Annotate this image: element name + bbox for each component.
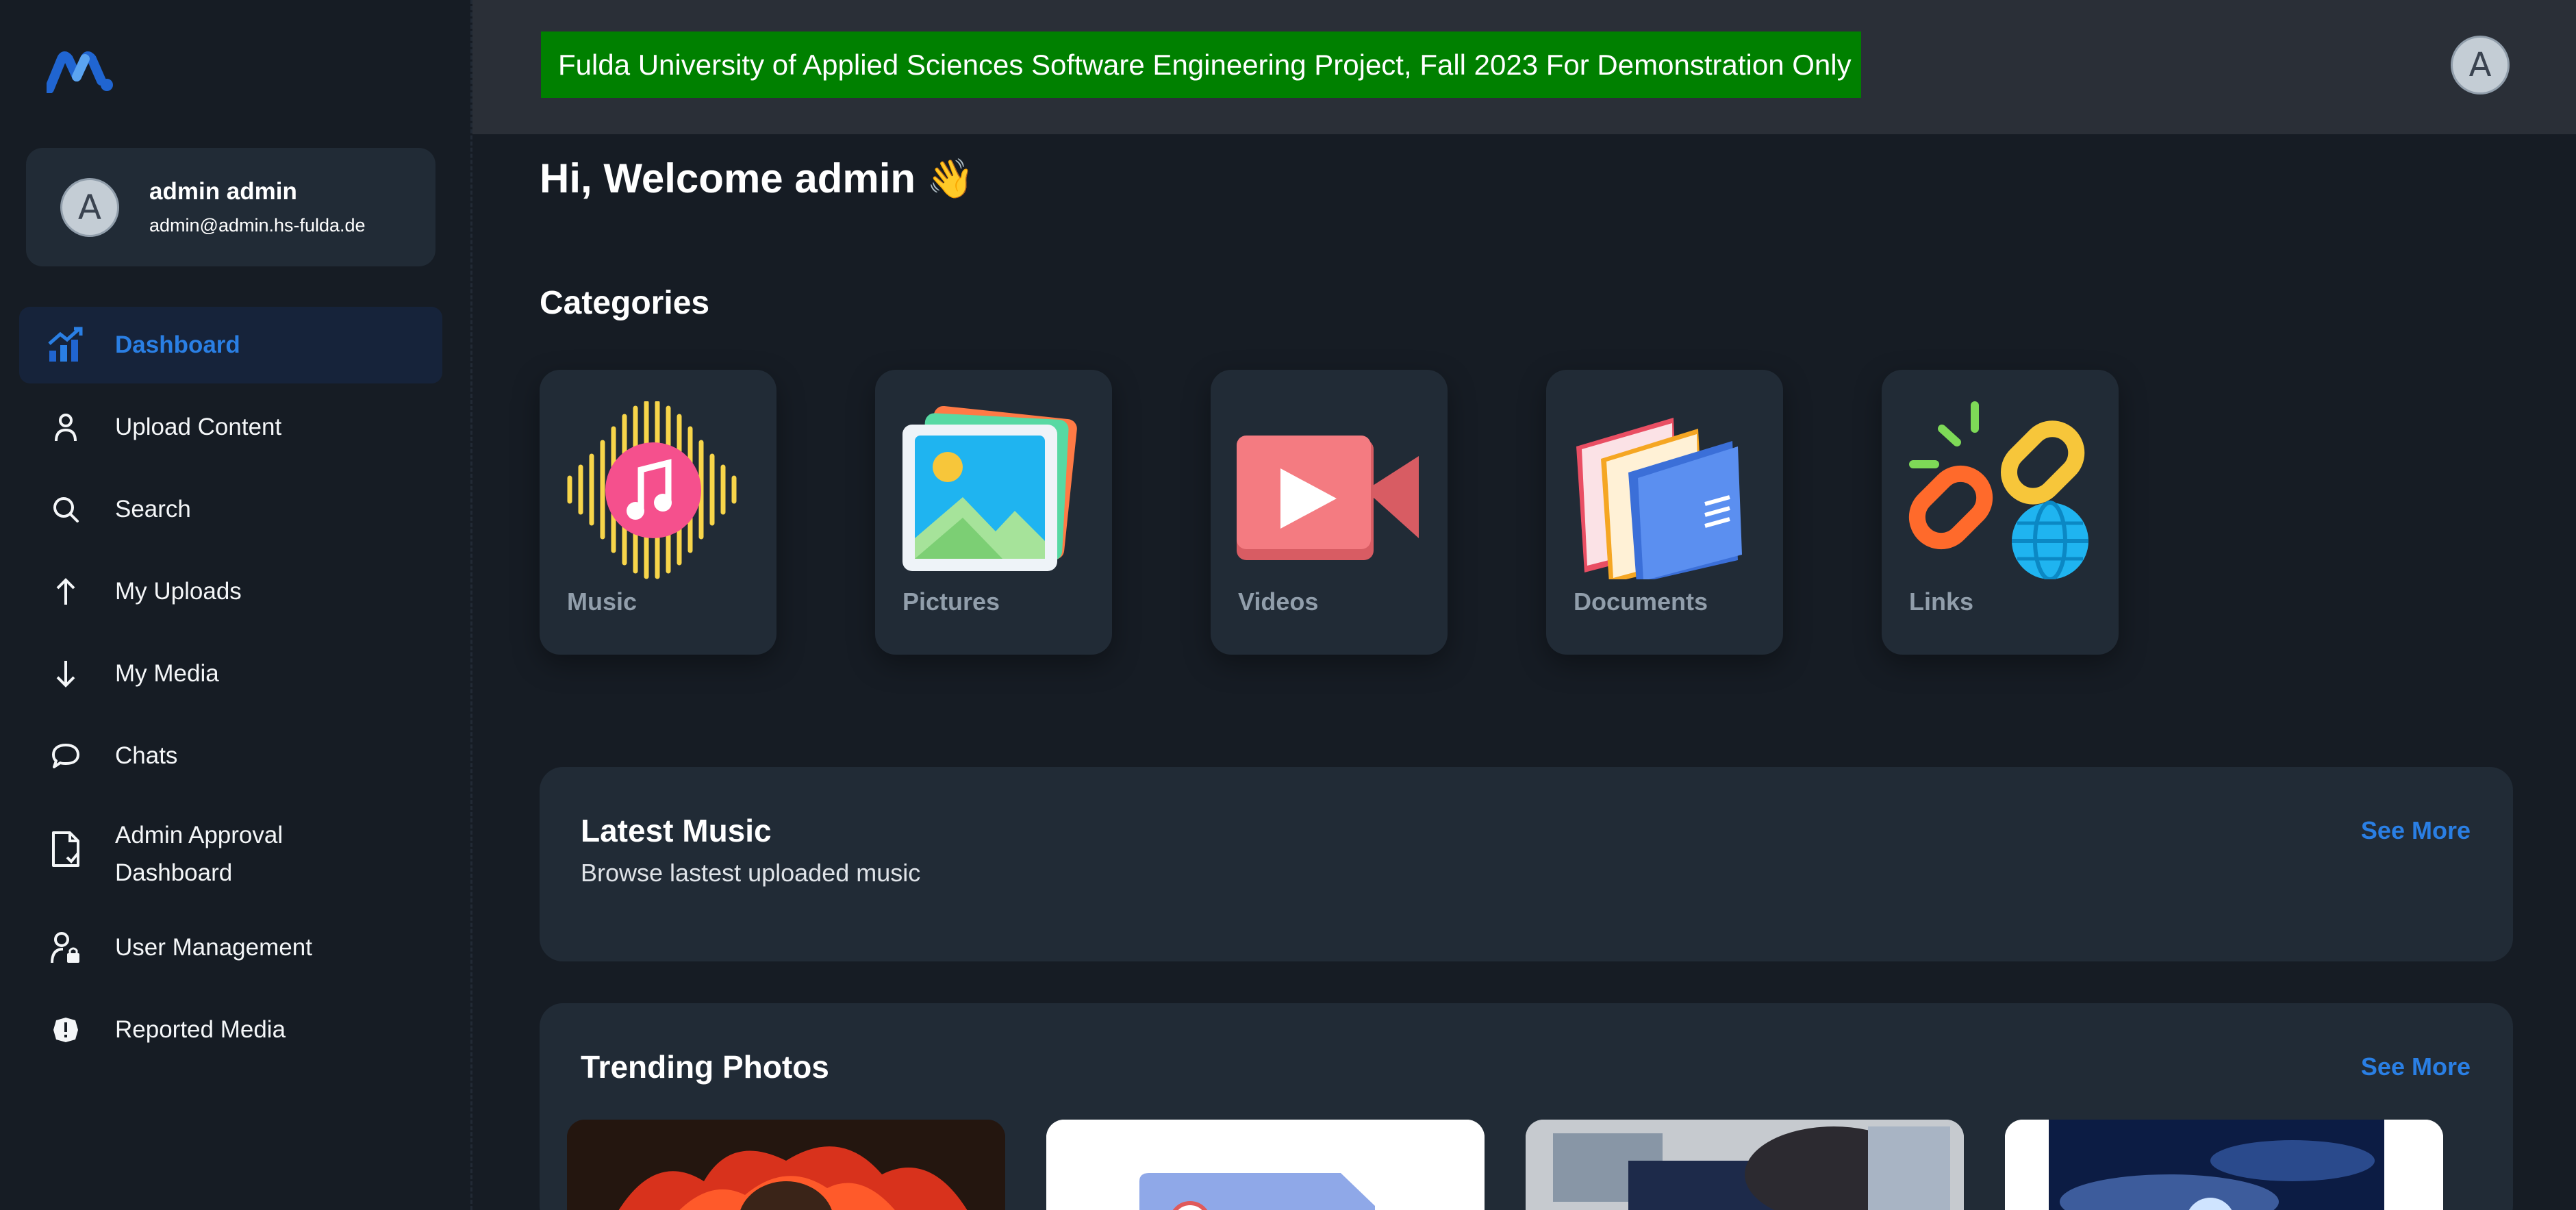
- sidebar-item-label: Admin Approval Dashboard: [115, 822, 283, 886]
- section-subtitle: Browse lastest uploaded music: [581, 859, 921, 887]
- waving-hand-icon: 👋: [926, 156, 974, 200]
- photo-thumbnail[interactable]: [567, 1120, 1005, 1210]
- photo-thumbnail[interactable]: [2005, 1120, 2443, 1210]
- sidebar-item-label: User Management: [115, 934, 312, 961]
- category-card-pictures[interactable]: Pictures: [875, 370, 1112, 655]
- categories-title: Categories: [540, 285, 710, 321]
- section-title: Latest Music: [581, 813, 772, 848]
- photo-image: [1046, 1120, 1485, 1210]
- sidebar-item-upload-content[interactable]: Upload Content: [19, 389, 442, 466]
- sidebar-item-search[interactable]: Search: [19, 471, 442, 548]
- sidebar-item-my-media[interactable]: My Media: [19, 635, 442, 712]
- sidebar-item-label: Upload Content: [115, 414, 282, 440]
- category-card-music[interactable]: Music: [540, 370, 776, 655]
- search-icon: [47, 490, 85, 529]
- category-label: Links: [1909, 588, 1974, 616]
- app-logo-icon[interactable]: [47, 49, 115, 93]
- pictures-icon: [902, 405, 1077, 571]
- photo-image: [567, 1120, 1005, 1210]
- see-more-link[interactable]: See More: [2361, 816, 2471, 845]
- photo-image: [2005, 1120, 2443, 1210]
- links-icon: [1908, 401, 2088, 579]
- sidebar-item-label: My Media: [115, 660, 219, 687]
- latest-music-section: Latest Music Browse lastest uploaded mus…: [540, 767, 2513, 961]
- sidebar-item-user-management[interactable]: User Management: [19, 909, 442, 986]
- sidebar-item-label: Search: [115, 496, 191, 522]
- demo-banner: Fulda University of Applied Sciences Sof…: [541, 31, 1861, 98]
- sidebar-item-label: Dashboard: [115, 331, 240, 358]
- sidebar-item-admin-approval-dashboard[interactable]: Admin Approval Dashboard: [19, 805, 442, 901]
- category-label: Pictures: [902, 588, 1000, 616]
- documents-icon: [1576, 418, 1742, 579]
- dashboard-chart-icon: [47, 326, 85, 364]
- category-card-links[interactable]: Links: [1882, 370, 2119, 655]
- category-label: Videos: [1238, 588, 1319, 616]
- photo-image: [1526, 1120, 1964, 1210]
- see-more-link[interactable]: See More: [2361, 1053, 2471, 1081]
- avatar[interactable]: A: [2451, 36, 2510, 94]
- user-lock-icon: [47, 929, 85, 967]
- photo-thumbnail[interactable]: [1526, 1120, 1964, 1210]
- account-card[interactable]: A admin admin admin@admin.hs-fulda.de: [26, 148, 435, 266]
- alert-icon: [47, 1011, 85, 1049]
- photo-thumbnail[interactable]: [1046, 1120, 1485, 1210]
- account-name: admin admin: [149, 178, 297, 205]
- sidebar-item-dashboard[interactable]: Dashboard: [19, 307, 442, 383]
- sidebar-item-reported-media[interactable]: Reported Media: [19, 992, 442, 1068]
- category-card-videos[interactable]: Videos: [1211, 370, 1448, 655]
- category-label: Music: [567, 588, 637, 616]
- music-icon: [567, 401, 737, 579]
- sidebar-item-chats[interactable]: Chats: [19, 718, 442, 794]
- sidebar-item-label: My Uploads: [115, 578, 242, 605]
- sidebar-item-my-uploads[interactable]: My Uploads: [19, 553, 442, 630]
- arrow-up-icon: [47, 572, 85, 611]
- section-title: Trending Photos: [581, 1049, 829, 1085]
- user-icon: [47, 408, 85, 446]
- sidebar-item-label: Reported Media: [115, 1016, 286, 1043]
- avatar: A: [60, 178, 119, 237]
- sidebar: A admin admin admin@admin.hs-fulda.de Da…: [0, 0, 472, 1210]
- video-icon: [1237, 436, 1419, 560]
- account-email: admin@admin.hs-fulda.de: [149, 215, 366, 236]
- chat-bubble-icon: [47, 737, 85, 775]
- category-card-documents[interactable]: Documents: [1546, 370, 1783, 655]
- arrow-down-icon: [47, 655, 85, 693]
- category-label: Documents: [1574, 588, 1708, 616]
- document-check-icon: [47, 830, 85, 868]
- welcome-text: Hi, Welcome admin: [540, 155, 916, 201]
- sidebar-item-label: Chats: [115, 742, 178, 769]
- welcome-heading: Hi, Welcome admin 👋: [540, 155, 974, 202]
- top-header: Fulda University of Applied Sciences Sof…: [472, 0, 2576, 134]
- trending-photos-section: Trending Photos See More: [540, 1003, 2513, 1210]
